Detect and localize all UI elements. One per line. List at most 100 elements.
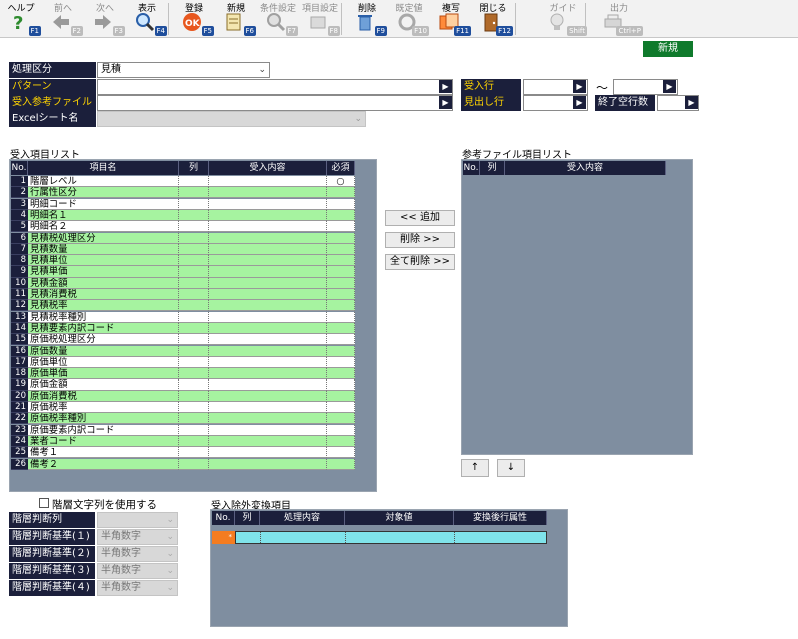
item-name-cell[interactable]: 見積税率 bbox=[28, 300, 179, 312]
table-row[interactable]: 10 見積金額 bbox=[11, 277, 355, 289]
table-row[interactable]: 6 見積税処理区分 bbox=[11, 232, 355, 244]
column-cell[interactable] bbox=[179, 176, 209, 188]
column-cell[interactable] bbox=[179, 187, 209, 199]
table-row[interactable]: 19 原価金額 bbox=[11, 379, 355, 391]
item-name-cell[interactable]: 原価数量 bbox=[28, 345, 179, 357]
move-up-button[interactable]: ↑ bbox=[461, 459, 489, 477]
item-name-cell[interactable]: 原価要素内訳コード bbox=[28, 424, 179, 436]
column-cell[interactable] bbox=[179, 266, 209, 278]
column-cell[interactable] bbox=[179, 243, 209, 255]
hierarchy-col-select[interactable]: ⌄ bbox=[97, 512, 178, 528]
content-cell[interactable] bbox=[209, 243, 327, 255]
table-row[interactable]: 15 原価税処理区分 bbox=[11, 334, 355, 346]
content-cell[interactable] bbox=[209, 402, 327, 414]
table-row[interactable]: 21 原価税率 bbox=[11, 402, 355, 414]
sheet-select[interactable]: ⌄ bbox=[97, 111, 366, 127]
content-cell[interactable] bbox=[209, 322, 327, 335]
content-cell[interactable] bbox=[209, 221, 327, 233]
table-row[interactable]: 7 見積数量 bbox=[11, 243, 355, 255]
column-cell[interactable] bbox=[179, 221, 209, 233]
content-cell[interactable] bbox=[209, 277, 327, 289]
toolbar-button-f6[interactable]: 新規 F6 bbox=[215, 0, 257, 38]
item-name-cell[interactable]: 行属性区分 bbox=[28, 187, 179, 199]
content-cell[interactable] bbox=[209, 300, 327, 312]
table-row[interactable]: 17 原価単位 bbox=[11, 356, 355, 368]
item-name-cell[interactable]: 見積要素内訳コード bbox=[28, 322, 179, 335]
item-name-cell[interactable]: 見積税処理区分 bbox=[28, 232, 179, 244]
table-row[interactable]: 26 備考２ bbox=[11, 458, 355, 470]
item-name-cell[interactable]: 原価税率 bbox=[28, 402, 179, 414]
item-name-cell[interactable]: 原価単価 bbox=[28, 368, 179, 380]
item-name-cell[interactable]: 明細名１ bbox=[28, 209, 179, 222]
content-cell[interactable] bbox=[209, 356, 327, 368]
item-name-cell[interactable]: 備考１ bbox=[28, 447, 179, 459]
content-cell[interactable] bbox=[209, 176, 327, 188]
column-cell[interactable] bbox=[179, 311, 209, 323]
ref-list-grid[interactable]: No. 列 受入内容 bbox=[461, 159, 693, 455]
table-row[interactable]: 13 見積税率種別 bbox=[11, 311, 355, 323]
criteria-1-select[interactable]: 半角数字 ⌄ bbox=[97, 529, 178, 545]
pattern-lookup-icon[interactable]: ▶ bbox=[439, 80, 452, 93]
toolbar-button-f11[interactable]: 複写 F11 bbox=[430, 0, 472, 38]
column-cell[interactable] bbox=[179, 232, 209, 244]
content-cell[interactable] bbox=[209, 345, 327, 357]
toolbar-button-f9[interactable]: 削除 F9 bbox=[346, 0, 388, 38]
table-row[interactable]: 4 明細名１ bbox=[11, 209, 355, 222]
exclude-conv-grid[interactable]: No. 列 処理内容 対象値 変換後行属性 * bbox=[210, 509, 568, 627]
column-cell[interactable] bbox=[179, 424, 209, 436]
content-cell[interactable] bbox=[209, 435, 327, 448]
toolbar-button-f1[interactable]: ヘルプ? F1 bbox=[0, 0, 42, 38]
ref-file-input[interactable] bbox=[97, 95, 453, 111]
toolbar-button-f12[interactable]: 閉じる F12 bbox=[472, 0, 514, 38]
kubun-select[interactable]: 見積 ⌄ bbox=[97, 62, 270, 78]
new-row-cell[interactable] bbox=[454, 532, 455, 543]
column-cell[interactable] bbox=[179, 300, 209, 312]
item-name-cell[interactable]: 原価単位 bbox=[28, 356, 179, 368]
table-row[interactable]: 23 原価要素内訳コード bbox=[11, 424, 355, 436]
remove-button[interactable]: 削除 >> bbox=[385, 232, 455, 248]
import-list-grid[interactable]: No. 項目名 列 受入内容 必須 1 階層レベル ○ 2 行属性区分 3 明細コード 4 明細… bbox=[9, 159, 377, 492]
table-row[interactable]: 20 原価消費税 bbox=[11, 390, 355, 402]
table-row[interactable]: 11 見積消費税 bbox=[11, 289, 355, 301]
content-cell[interactable] bbox=[209, 390, 327, 402]
column-cell[interactable] bbox=[179, 289, 209, 301]
toolbar-button-f4[interactable]: 表示 F4 bbox=[126, 0, 168, 38]
content-cell[interactable] bbox=[209, 289, 327, 301]
column-cell[interactable] bbox=[179, 402, 209, 414]
table-row[interactable]: 16 原価数量 bbox=[11, 345, 355, 357]
content-cell[interactable] bbox=[209, 198, 327, 210]
new-row-cell[interactable] bbox=[345, 532, 346, 543]
item-name-cell[interactable]: 明細コード bbox=[28, 198, 179, 210]
toolbar-button-f2[interactable]: 前へ F2 bbox=[42, 0, 84, 38]
table-row[interactable]: 25 備考１ bbox=[11, 447, 355, 459]
content-cell[interactable] bbox=[209, 368, 327, 380]
column-cell[interactable] bbox=[179, 255, 209, 267]
column-cell[interactable] bbox=[179, 447, 209, 459]
column-cell[interactable] bbox=[179, 379, 209, 391]
new-row[interactable] bbox=[235, 531, 547, 544]
table-row[interactable]: 8 見積単位 bbox=[11, 255, 355, 267]
content-cell[interactable] bbox=[209, 379, 327, 391]
move-down-button[interactable]: ↓ bbox=[497, 459, 525, 477]
column-cell[interactable] bbox=[179, 277, 209, 289]
import-row-to-icon[interactable]: ▶ bbox=[663, 80, 676, 93]
item-name-cell[interactable]: 見積金額 bbox=[28, 277, 179, 289]
hierarchy-checkbox[interactable] bbox=[39, 498, 49, 508]
table-row[interactable]: 9 見積単価 bbox=[11, 266, 355, 278]
table-row[interactable]: 22 原価税率種別 bbox=[11, 413, 355, 425]
table-row[interactable]: 12 見積税率 bbox=[11, 300, 355, 312]
column-cell[interactable] bbox=[179, 435, 209, 448]
item-name-cell[interactable]: 業者コード bbox=[28, 435, 179, 448]
content-cell[interactable] bbox=[209, 266, 327, 278]
item-name-cell[interactable]: 明細名２ bbox=[28, 221, 179, 233]
criteria-3-select[interactable]: 半角数字 ⌄ bbox=[97, 563, 178, 579]
item-name-cell[interactable]: 見積税率種別 bbox=[28, 311, 179, 323]
import-row-from-icon[interactable]: ▶ bbox=[573, 80, 586, 93]
end-blank-icon[interactable]: ▶ bbox=[685, 96, 698, 109]
content-cell[interactable] bbox=[209, 232, 327, 244]
criteria-2-select[interactable]: 半角数字 ⌄ bbox=[97, 546, 178, 562]
content-cell[interactable] bbox=[209, 311, 327, 323]
column-cell[interactable] bbox=[179, 209, 209, 222]
table-row[interactable]: 18 原価単価 bbox=[11, 368, 355, 380]
toolbar-button-f8[interactable]: 項目設定 F8 bbox=[299, 0, 341, 38]
